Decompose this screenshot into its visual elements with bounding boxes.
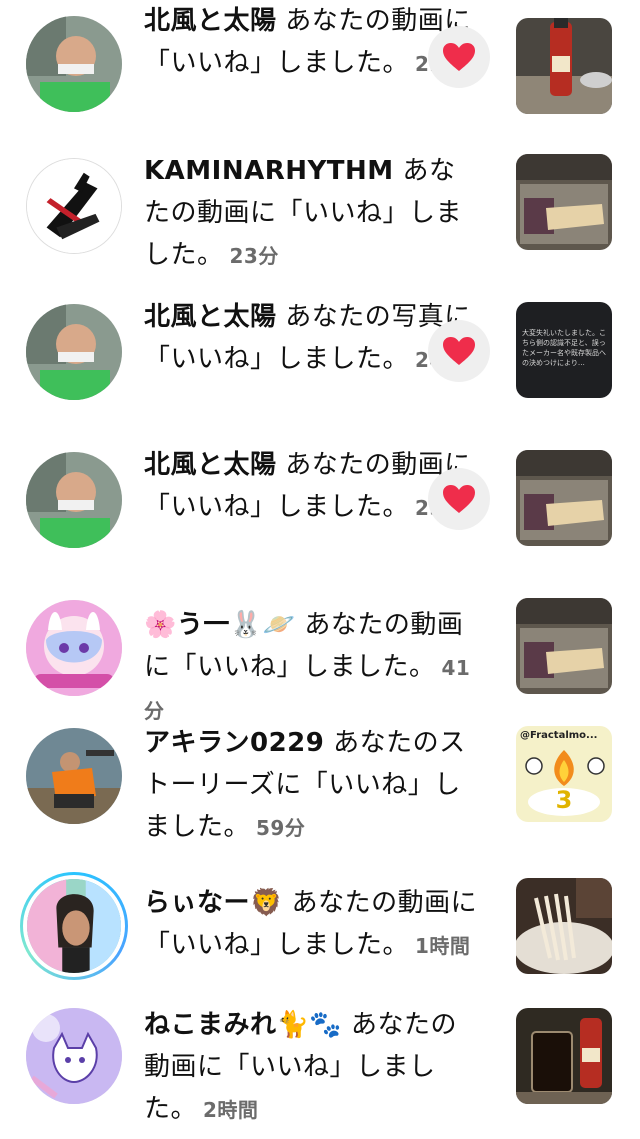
- avatar[interactable]: [26, 728, 122, 824]
- notification-text: ねこまみれ🐈🐾 あなたの動画に「いいね」しました。 2時間: [144, 1004, 480, 1131]
- username[interactable]: ねこまみれ🐈🐾: [144, 1010, 342, 1040]
- post-thumbnail[interactable]: [516, 1008, 612, 1104]
- username[interactable]: 北風と太陽: [144, 302, 277, 332]
- fractal-number: 3: [555, 786, 573, 814]
- notification-row[interactable]: らぃなー🦁 あなたの動画に「いいね」しました。 1時間: [0, 862, 640, 982]
- activity-feed: 北風と太陽 あなたの動画に「いいね」しました。22分 KAMINARHYTHM …: [0, 0, 640, 1139]
- avatar[interactable]: [26, 600, 122, 696]
- timestamp: 23分: [229, 244, 279, 268]
- heart-icon: [443, 337, 475, 365]
- notification-row[interactable]: アキラン0229 あなたのストーリーズに「いいね」しました。 59分 @Fract…: [0, 714, 640, 844]
- avatar[interactable]: [26, 304, 122, 400]
- heart-icon: [443, 43, 475, 71]
- username[interactable]: 北風と太陽: [144, 6, 277, 36]
- post-thumbnail[interactable]: [516, 154, 612, 250]
- notification-text: KAMINARHYTHM あなたの動画に「いいね」しました。 23分: [144, 150, 480, 277]
- post-thumbnail[interactable]: @Fractalmo... 3: [516, 726, 612, 822]
- avatar[interactable]: [26, 158, 122, 254]
- username[interactable]: らぃなー🦁: [144, 888, 283, 918]
- notification-text: 北風と太陽 あなたの動画に「いいね」しました。22分: [144, 0, 480, 85]
- username[interactable]: 🌸う一🐰🪐: [144, 610, 296, 640]
- notification-text: 🌸う一🐰🪐 あなたの動画に「いいね」しました。 41分: [144, 604, 480, 732]
- heart-icon: [443, 485, 475, 513]
- like-back-button[interactable]: [428, 26, 490, 88]
- post-thumbnail[interactable]: [516, 598, 612, 694]
- like-back-button[interactable]: [428, 320, 490, 382]
- avatar-with-story-ring[interactable]: [20, 872, 128, 980]
- avatar[interactable]: [26, 16, 122, 112]
- notification-row[interactable]: KAMINARHYTHM あなたの動画に「いいね」しました。 23分: [0, 144, 640, 274]
- notification-row[interactable]: 北風と太陽 あなたの写真に「いいね」しました。24分 大変失礼いたしました。こち…: [0, 292, 640, 422]
- notification-row[interactable]: 北風と太陽 あなたの動画に「いいね」しました。25分: [0, 440, 640, 570]
- notification-text: らぃなー🦁 あなたの動画に「いいね」しました。 1時間: [144, 882, 480, 967]
- username[interactable]: 北風と太陽: [144, 450, 277, 480]
- post-thumbnail[interactable]: [516, 450, 612, 546]
- notification-row[interactable]: 北風と太陽 あなたの動画に「いいね」しました。22分: [0, 0, 640, 118]
- post-thumbnail[interactable]: [516, 18, 612, 114]
- post-thumbnail[interactable]: [516, 878, 612, 974]
- notification-text: アキラン0229 あなたのストーリーズに「いいね」しました。 59分: [144, 722, 480, 849]
- timestamp: 2時間: [203, 1098, 259, 1122]
- photo-note-text: 大変失礼いたしました。こちら側の認識不足と、誤ったメーカー名や既存製品への決めつ…: [522, 329, 606, 367]
- avatar[interactable]: [23, 875, 125, 977]
- like-back-button[interactable]: [428, 468, 490, 530]
- username[interactable]: KAMINARHYTHM: [144, 156, 394, 186]
- avatar[interactable]: [26, 1008, 122, 1104]
- avatar[interactable]: [26, 452, 122, 548]
- timestamp: 59分: [256, 816, 306, 840]
- post-thumbnail[interactable]: 大変失礼いたしました。こちら側の認識不足と、誤ったメーカー名や既存製品への決めつ…: [516, 302, 612, 398]
- timestamp: 1時間: [415, 934, 471, 958]
- notification-row[interactable]: 🌸う一🐰🪐 あなたの動画に「いいね」しました。 41分: [0, 588, 640, 723]
- username[interactable]: アキラン0229: [144, 728, 324, 758]
- notification-row[interactable]: ねこまみれ🐈🐾 あなたの動画に「いいね」しました。 2時間: [0, 1000, 640, 1139]
